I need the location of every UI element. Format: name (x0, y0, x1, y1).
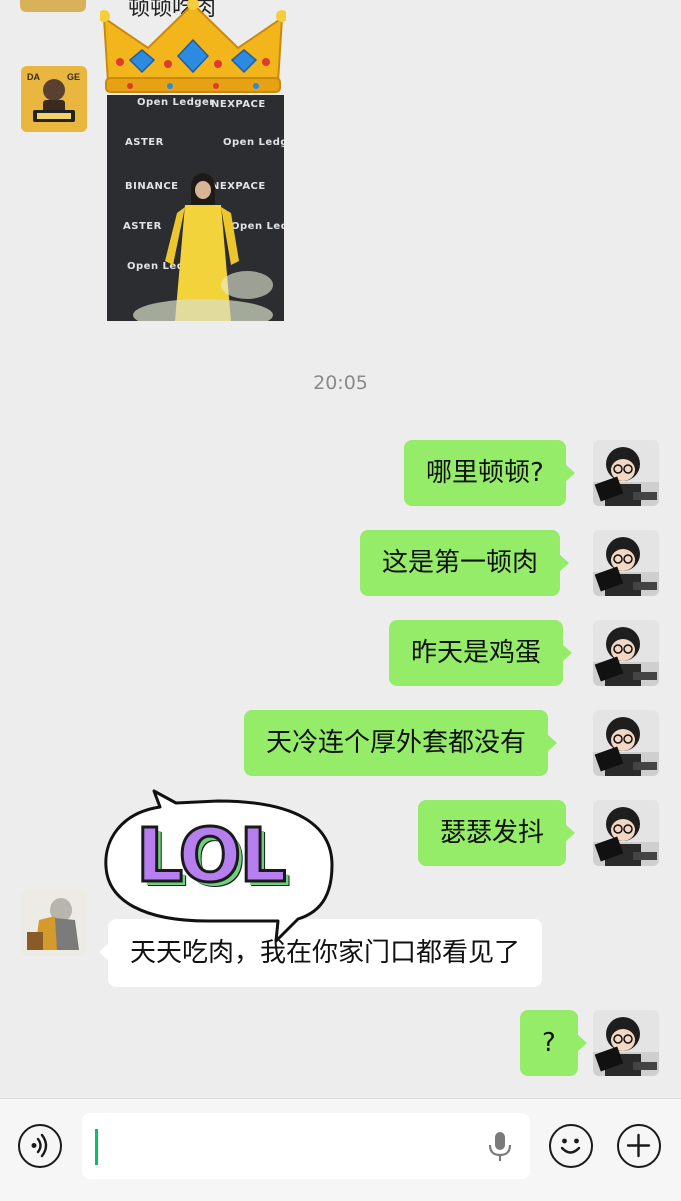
partial-avatar-top[interactable] (20, 0, 86, 12)
time-separator: 20:05 (313, 372, 368, 394)
avatar-self[interactable] (593, 530, 659, 596)
message-bubble-outgoing[interactable]: 哪里顿顿? (404, 440, 575, 506)
lol-sticker-text: LOL (135, 812, 289, 901)
message-bubble-outgoing[interactable]: ? (520, 1010, 587, 1076)
message-bubble-outgoing[interactable]: 昨天是鸡蛋 (389, 620, 573, 686)
avatar-self[interactable] (593, 800, 659, 866)
input-bar (0, 1098, 681, 1201)
emoji-button[interactable] (549, 1124, 593, 1168)
message-input[interactable] (82, 1113, 530, 1179)
avatar-self[interactable] (593, 1010, 659, 1076)
crown-sticker (98, 0, 288, 96)
avatar-self[interactable] (593, 710, 659, 776)
text-caret (95, 1129, 98, 1165)
person-figure (133, 173, 273, 321)
voice-mode-icon (31, 1133, 48, 1158)
avatar-self[interactable] (593, 440, 659, 506)
avatar-contact-dabiaoge[interactable]: DA GE (21, 66, 87, 132)
message-bubble-outgoing[interactable]: 瑟瑟发抖 (418, 800, 576, 866)
emoji-icon (560, 1138, 581, 1154)
more-actions-button[interactable] (617, 1124, 661, 1168)
plus-icon (626, 1133, 651, 1158)
microphone-icon[interactable] (488, 1131, 512, 1163)
svg-text:GE: GE (67, 72, 80, 82)
svg-text:DA: DA (27, 72, 40, 82)
message-bubble-outgoing[interactable]: 天冷连个厚外套都没有 (244, 710, 558, 776)
avatar-contact[interactable] (21, 890, 87, 956)
image-message[interactable]: Open Ledger NEXPACE ASTER Open Ledger BI… (107, 95, 284, 321)
lol-sticker: LOL (100, 783, 336, 943)
message-bubble-outgoing[interactable]: 这是第一顿肉 (360, 530, 570, 596)
voice-mode-button[interactable] (18, 1124, 62, 1168)
avatar-self[interactable] (593, 620, 659, 686)
